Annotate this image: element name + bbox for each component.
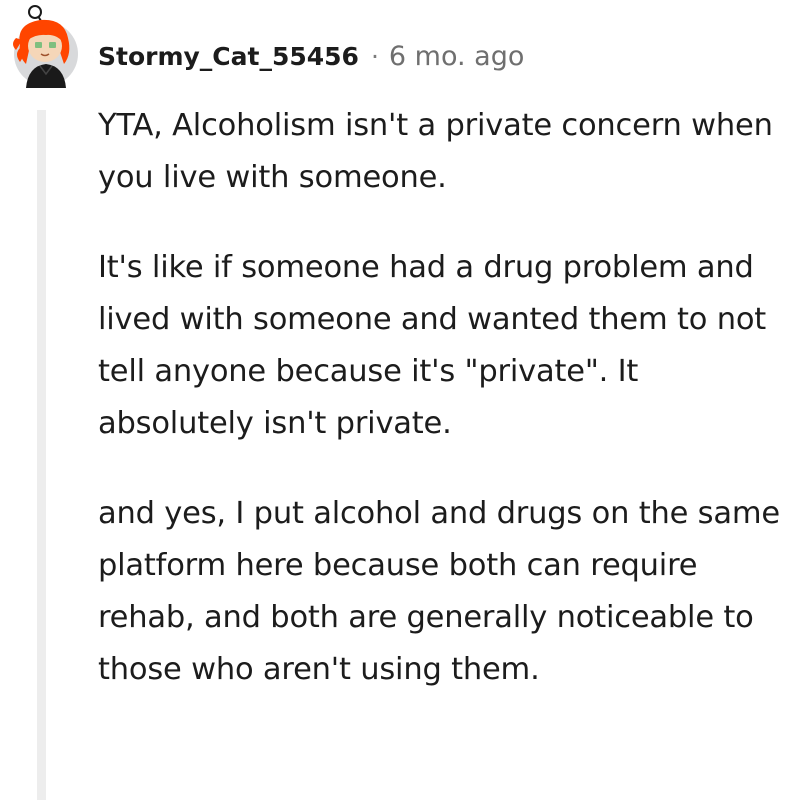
- meta-separator: ·: [370, 41, 379, 71]
- comment-header: Stormy_Cat_55456 · 6 mo. ago: [98, 36, 524, 76]
- avatar-icon: [13, 5, 78, 88]
- comment-paragraph: YTA, Alcoholism isn't a private concern …: [98, 108, 773, 195]
- comment-timestamp[interactable]: 6 mo. ago: [389, 41, 524, 72]
- comment: Stormy_Cat_55456 · 6 mo. ago YTA, Alcoho…: [0, 0, 793, 800]
- avatar[interactable]: [6, 4, 86, 88]
- comment-paragraph: It's like if someone had a drug problem …: [98, 250, 767, 441]
- comment-paragraph: and yes, I put alcohol and drugs on the …: [98, 496, 780, 687]
- comment-body: YTA, Alcoholism isn't a private concern …: [98, 100, 788, 696]
- thread-collapse-line[interactable]: [37, 110, 46, 800]
- author-username[interactable]: Stormy_Cat_55456: [98, 42, 359, 71]
